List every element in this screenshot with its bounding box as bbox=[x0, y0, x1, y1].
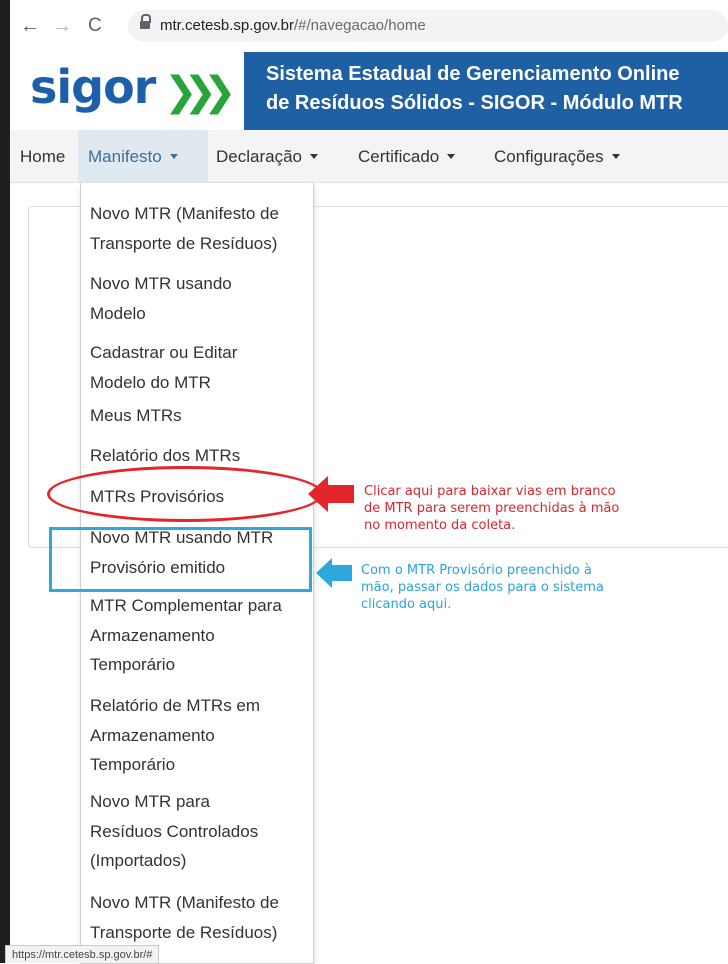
menu-item-mtr-complementar[interactable]: MTR Complementar para Armazenamento Temp… bbox=[90, 591, 310, 680]
red-note-line: Clicar aqui para baixar vias em branco bbox=[364, 484, 616, 499]
site-title: Sistema Estadual de Gerenciamento Online… bbox=[266, 60, 728, 118]
url-host: mtr.cetesb.sp.gov.br bbox=[160, 17, 294, 34]
lock-icon[interactable] bbox=[140, 14, 151, 30]
menu-item-label: Temporário bbox=[90, 755, 176, 774]
menu-item-label: Novo MTR usando bbox=[90, 274, 232, 293]
site-title-line-1: Sistema Estadual de Gerenciamento Online bbox=[266, 63, 680, 85]
main-navbar: Home Manifesto Declaração Certificado Co… bbox=[10, 130, 728, 183]
logo-wordmark: sigor bbox=[30, 60, 156, 114]
menu-item-residuos-controlados[interactable]: Novo MTR para Resíduos Controlados (Impo… bbox=[90, 787, 310, 876]
site-title-line-2: de Resíduos Sólidos - SIGOR - Módulo MTR bbox=[266, 92, 683, 114]
menu-item-novo-mtr-modelo[interactable]: Novo MTR usando Modelo bbox=[90, 269, 310, 328]
caret-down-icon bbox=[447, 154, 456, 159]
blue-arrow-icon bbox=[316, 558, 352, 588]
menu-item-label: Meus MTRs bbox=[90, 406, 182, 425]
back-arrow-icon[interactable]: ← bbox=[20, 16, 40, 36]
nav-declaracao[interactable]: Declaração bbox=[216, 130, 318, 182]
menu-item-label: Relatório de MTRs em bbox=[90, 696, 261, 715]
caret-down-icon bbox=[611, 154, 620, 159]
menu-item-label: (Importados) bbox=[90, 851, 187, 870]
caret-down-icon bbox=[169, 154, 178, 159]
menu-item-label: Novo MTR (Manifesto de bbox=[90, 204, 279, 223]
blue-note-line: mão, passar os dados para o sistema bbox=[361, 580, 604, 595]
site-header: sigor ❯❯❯ Sistema Estadual de Gerenciame… bbox=[10, 52, 728, 130]
red-note-line: no momento da coleta. bbox=[364, 518, 516, 533]
menu-item-label: Cadastrar ou Editar bbox=[90, 343, 238, 362]
nav-home-label: Home bbox=[20, 147, 66, 166]
menu-item-novo-mtr[interactable]: Novo MTR (Manifesto de Transporte de Res… bbox=[90, 199, 310, 258]
blue-annotation-note: Com o MTR Provisório preenchido à mão, p… bbox=[361, 562, 661, 613]
menu-item-cadastrar-modelo[interactable]: Cadastrar ou Editar Modelo do MTR bbox=[90, 338, 310, 397]
blue-note-line: Com o MTR Provisório preenchido à bbox=[361, 563, 592, 578]
menu-item-relatorio-armazenamento[interactable]: Relatório de MTRs em Armazenamento Tempo… bbox=[90, 691, 310, 780]
red-note-line: de MTR para serem preenchidas à mão bbox=[364, 501, 620, 516]
menu-item-label: Novo MTR (Manifesto de bbox=[90, 893, 279, 912]
logo-arrows-icon: ❯❯❯ bbox=[164, 70, 236, 114]
menu-item-label: Temporário bbox=[90, 655, 176, 674]
caret-down-icon bbox=[310, 154, 318, 159]
red-annotation-note: Clicar aqui para baixar vias em branco d… bbox=[364, 483, 664, 534]
red-arrow-icon bbox=[308, 476, 354, 512]
nav-certificado-label: Certificado bbox=[358, 147, 440, 166]
menu-item-label: Armazenamento bbox=[90, 625, 215, 645]
nav-home[interactable]: Home bbox=[20, 130, 65, 182]
red-highlight-ellipse bbox=[47, 466, 323, 522]
menu-item-label: Modelo bbox=[90, 303, 146, 323]
url-path: /#/navegacao/home bbox=[293, 17, 426, 34]
browser-toolbar: ← → C mtr.cetesb.sp.gov.br/#/navegacao/h… bbox=[10, 0, 728, 53]
nav-declaracao-label: Declaração bbox=[216, 147, 302, 166]
nav-configuracoes-label: Configurações bbox=[494, 147, 604, 166]
nav-configuracoes[interactable]: Configurações bbox=[494, 130, 620, 182]
menu-item-novo-mtr-2[interactable]: Novo MTR (Manifesto de Transporte de Res… bbox=[90, 888, 310, 947]
blue-note-line: clicando aqui. bbox=[361, 597, 452, 612]
forward-arrow-icon[interactable]: → bbox=[52, 16, 72, 36]
menu-item-meus-mtrs[interactable]: Meus MTRs bbox=[90, 401, 310, 431]
menu-item-label: Novo MTR para bbox=[90, 792, 210, 811]
link-status-bar: https://mtr.cetesb.sp.gov.br/# bbox=[5, 945, 160, 963]
reload-icon[interactable]: C bbox=[88, 16, 102, 36]
menu-item-label: Armazenamento bbox=[90, 725, 215, 745]
nav-manifesto-label: Manifesto bbox=[88, 147, 162, 166]
header-title-band: Sistema Estadual de Gerenciamento Online… bbox=[244, 52, 728, 130]
menu-item-label: MTR Complementar para bbox=[90, 596, 282, 615]
address-bar[interactable]: mtr.cetesb.sp.gov.br/#/navegacao/home bbox=[128, 10, 728, 42]
url-text[interactable]: mtr.cetesb.sp.gov.br/#/navegacao/home bbox=[160, 17, 426, 34]
window-frame-edge bbox=[0, 0, 10, 963]
menu-item-label: Modelo do MTR bbox=[90, 372, 211, 392]
menu-item-label: Resíduos Controlados bbox=[90, 821, 259, 841]
nav-certificado[interactable]: Certificado bbox=[358, 130, 456, 182]
menu-item-label: Transporte de Resíduos) bbox=[90, 922, 278, 942]
menu-item-label: Transporte de Resíduos) bbox=[90, 233, 278, 253]
nav-manifesto[interactable]: Manifesto bbox=[78, 130, 208, 182]
blue-highlight-box bbox=[49, 527, 312, 592]
